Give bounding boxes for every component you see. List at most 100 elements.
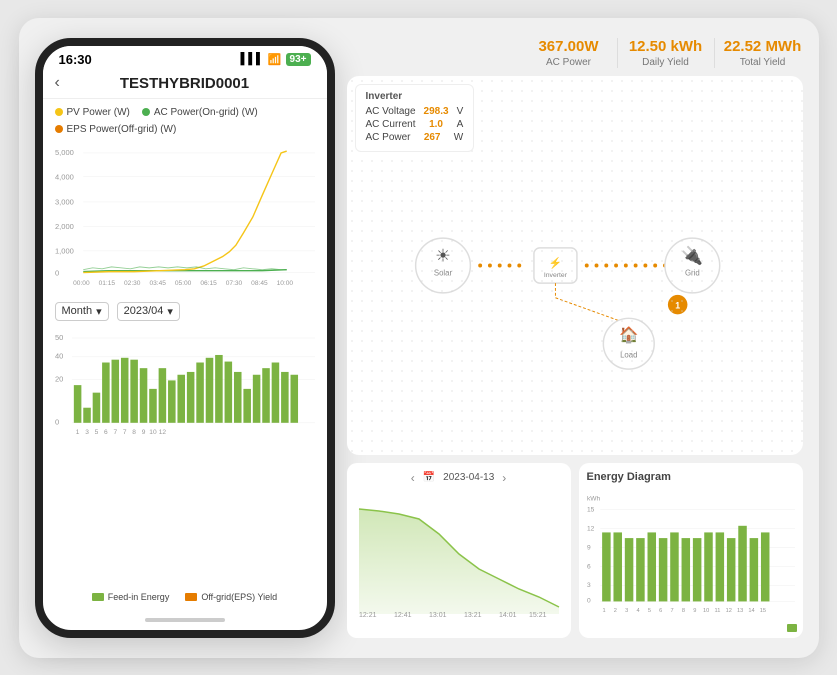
energy-diagram-title: Energy Diagram — [587, 471, 795, 483]
svg-text:15: 15 — [587, 506, 595, 513]
inverter-info-box: Inverter AC Voltage 298.3 V AC Current 1… — [355, 84, 475, 152]
stat-daily-yield-label: Daily Yield — [626, 57, 706, 68]
stats-row: 367.00W AC Power 12.50 kWh Daily Yield 2… — [347, 38, 803, 68]
energy-diagram-svg: kWh 15 12 9 6 3 0 — [587, 487, 795, 627]
svg-text:15: 15 — [759, 607, 765, 613]
svg-text:12:21: 12:21 — [359, 612, 377, 619]
svg-text:6: 6 — [104, 429, 108, 436]
svg-text:00:00: 00:00 — [73, 279, 90, 286]
legend-eps: EPS Power(Off-grid) (W) — [55, 124, 177, 135]
stat-daily-yield: 12.50 kWh Daily Yield — [626, 38, 706, 68]
phone-header: ‹ TESTHYBRID0001 — [43, 69, 327, 99]
svg-text:13: 13 — [737, 607, 743, 613]
period-label: Month — [62, 305, 93, 317]
svg-text:08:45: 08:45 — [251, 279, 268, 286]
line-chart-container: 5,000 4,000 3,000 2,000 1,000 0 — [55, 139, 315, 294]
home-bar — [145, 618, 225, 622]
bar-legend-offgrid: Off-grid(EPS) Yield — [185, 592, 277, 602]
date-prev-button[interactable]: ‹ — [411, 471, 415, 485]
svg-text:3,000: 3,000 — [55, 197, 74, 206]
date-chevron: ▾ — [167, 305, 173, 318]
svg-text:3: 3 — [625, 607, 628, 613]
svg-text:1: 1 — [602, 607, 605, 613]
svg-text:13:21: 13:21 — [464, 612, 482, 619]
svg-text:12:41: 12:41 — [394, 612, 412, 619]
svg-text:7: 7 — [122, 429, 126, 436]
stat-divider-2 — [714, 38, 715, 68]
svg-text:01:15: 01:15 — [98, 279, 115, 286]
svg-text:50: 50 — [55, 332, 63, 341]
inverter-current-label: AC Current — [366, 119, 416, 130]
feedin-swatch — [92, 593, 104, 601]
phone-title: TESTHYBRID0001 — [120, 75, 249, 92]
bar-chart-svg: 50 40 20 0 — [55, 327, 315, 447]
svg-text:8: 8 — [681, 607, 684, 613]
inverter-voltage-label: AC Voltage — [366, 106, 416, 117]
phone-device: 16:30 ▌▌▌ 📶 93+ ‹ TESTHYBRID0001 PV Powe… — [35, 38, 335, 638]
legend-pv: PV Power (W) — [55, 107, 130, 118]
period-chevron: ▾ — [96, 305, 102, 318]
legend-ac-label: AC Power(On-grid) (W) — [154, 107, 258, 118]
date-chart-card: ‹ 📅 2023-04-13 › — [347, 463, 571, 638]
svg-text:4,000: 4,000 — [55, 172, 74, 181]
stat-ac-power-value: 367.00W — [529, 38, 609, 55]
bar-section-header: Month ▾ 2023/04 ▾ — [55, 302, 315, 321]
period-dropdown[interactable]: Month ▾ — [55, 302, 109, 321]
svg-text:3: 3 — [587, 582, 591, 589]
bottom-row: ‹ 📅 2023-04-13 › — [347, 463, 803, 638]
bar-chart-container: 50 40 20 0 — [55, 327, 315, 588]
status-icons: ▌▌▌ 📶 93+ — [240, 53, 310, 66]
svg-text:7: 7 — [113, 429, 117, 436]
signal-icon: ▌▌▌ — [240, 53, 263, 65]
svg-text:3: 3 — [85, 429, 89, 436]
back-button[interactable]: ‹ — [55, 74, 60, 92]
svg-text:7: 7 — [670, 607, 673, 613]
stat-ac-power: 367.00W AC Power — [529, 38, 609, 68]
svg-text:kWh: kWh — [587, 495, 601, 502]
inverter-row-current: AC Current 1.0 A — [366, 119, 464, 130]
svg-text:14:01: 14:01 — [499, 612, 517, 619]
outer-container: 16:30 ▌▌▌ 📶 93+ ‹ TESTHYBRID0001 PV Powe… — [19, 18, 819, 658]
svg-text:2,000: 2,000 — [55, 222, 74, 231]
inverter-row-voltage: AC Voltage 298.3 V — [366, 106, 464, 117]
date-display: 2023-04-13 — [443, 472, 494, 483]
legend-ac: AC Power(On-grid) (W) — [142, 107, 258, 118]
inverter-voltage-unit: V — [457, 106, 464, 117]
day-chart-svg: 12:21 12:41 13:01 13:21 14:01 15:21 — [355, 489, 563, 619]
energy-flow-panel: Inverter AC Voltage 298.3 V AC Current 1… — [347, 76, 803, 455]
svg-text:6: 6 — [587, 563, 591, 570]
stat-total-yield-label: Total Yield — [723, 57, 803, 68]
svg-text:2: 2 — [613, 607, 616, 613]
line-chart-svg: 5,000 4,000 3,000 2,000 1,000 0 — [55, 139, 315, 294]
legend-eps-label: EPS Power(Off-grid) (W) — [67, 124, 177, 135]
feedin-label: Feed-in Energy — [108, 592, 170, 602]
inverter-power-unit: W — [454, 132, 463, 143]
energy-diagram-legend — [787, 624, 797, 632]
legend-pv-label: PV Power (W) — [67, 107, 130, 118]
svg-text:0: 0 — [55, 417, 59, 426]
svg-text:1: 1 — [75, 429, 79, 436]
svg-text:5: 5 — [94, 429, 98, 436]
stat-divider-1 — [617, 38, 618, 68]
svg-text:40: 40 — [55, 351, 63, 360]
energy-swatch — [787, 624, 797, 632]
date-next-button[interactable]: › — [502, 471, 506, 485]
svg-text:13:01: 13:01 — [429, 612, 447, 619]
svg-text:9: 9 — [693, 607, 696, 613]
svg-text:12: 12 — [158, 429, 166, 436]
svg-text:10: 10 — [702, 607, 708, 613]
svg-text:20: 20 — [55, 374, 63, 383]
bar-legend: Feed-in Energy Off-grid(EPS) Yield — [55, 592, 315, 602]
svg-text:07:30: 07:30 — [225, 279, 242, 286]
offgrid-label: Off-grid(EPS) Yield — [201, 592, 277, 602]
svg-text:9: 9 — [141, 429, 145, 436]
svg-text:5,000: 5,000 — [55, 147, 74, 156]
svg-text:0: 0 — [55, 268, 59, 277]
date-dropdown[interactable]: 2023/04 ▾ — [117, 302, 180, 321]
stat-ac-power-label: AC Power — [529, 57, 609, 68]
inverter-voltage-value: 298.3 — [424, 106, 449, 117]
svg-text:11: 11 — [714, 607, 720, 613]
battery-indicator: 93+ — [286, 53, 311, 66]
svg-text:10:00: 10:00 — [276, 279, 293, 286]
inverter-current-unit: A — [457, 119, 464, 130]
